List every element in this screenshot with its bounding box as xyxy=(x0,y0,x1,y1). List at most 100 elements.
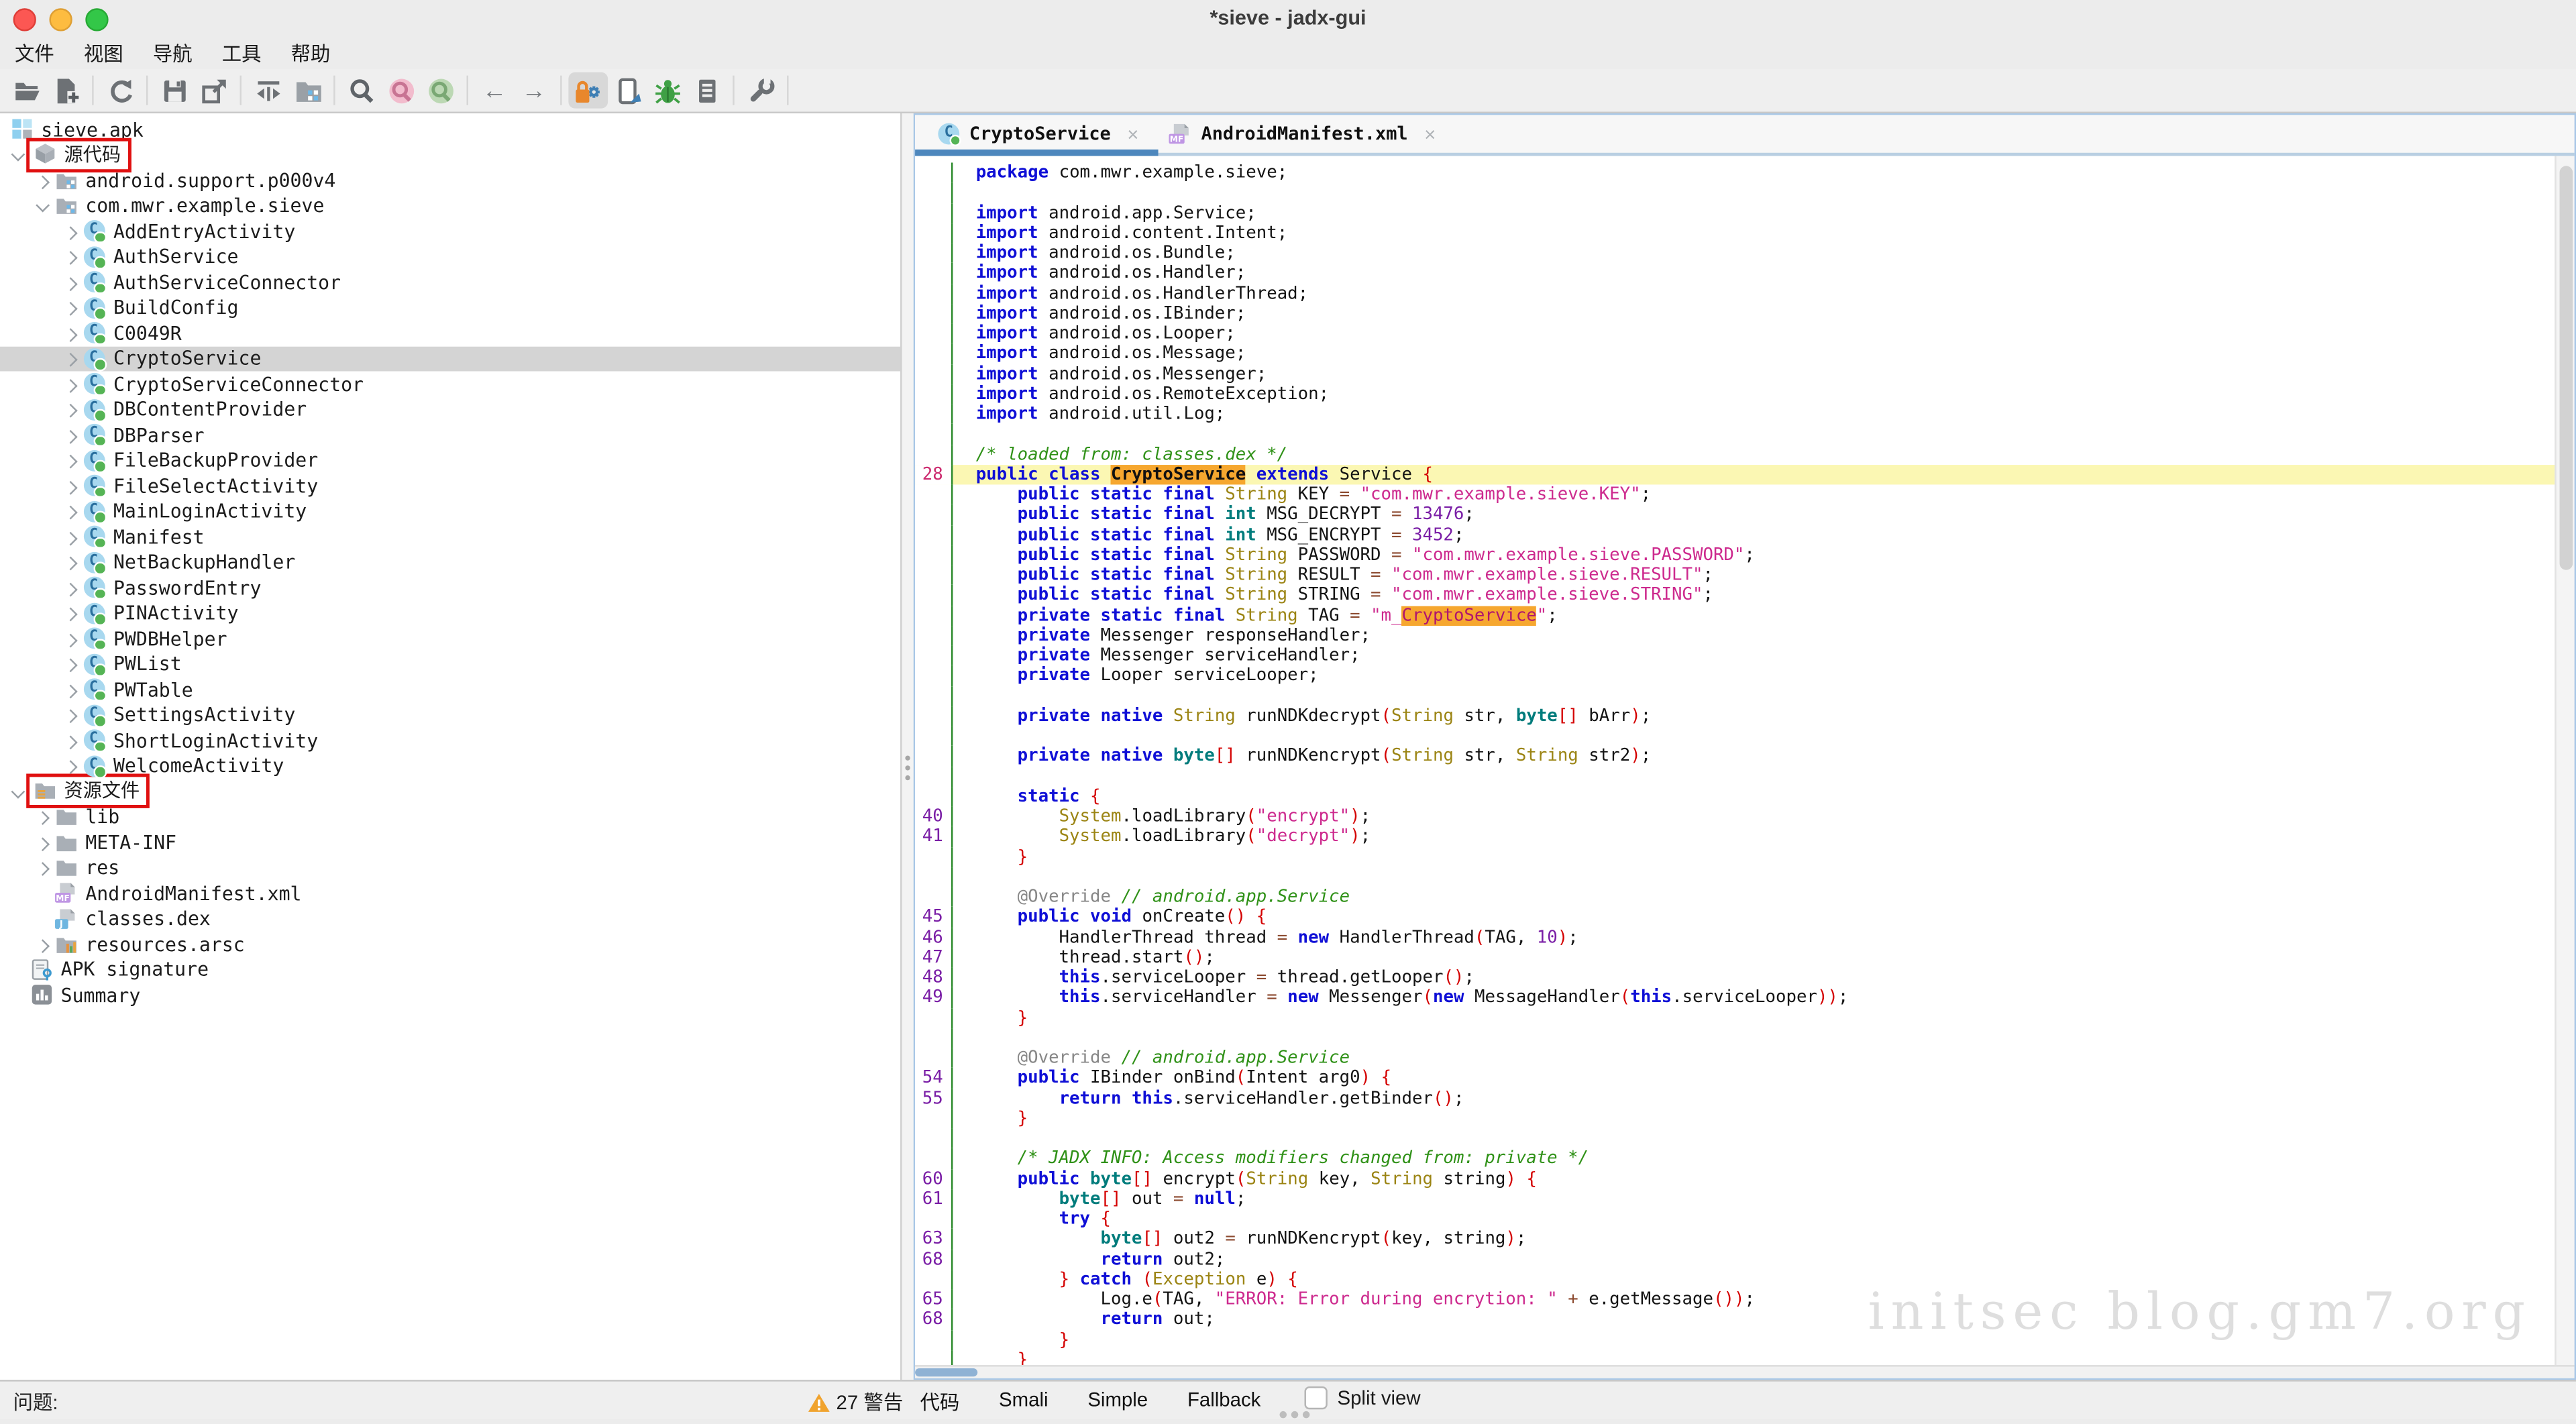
tree-item-资源文件[interactable]: 资源文件 xyxy=(0,779,900,804)
chevron-right-icon[interactable] xyxy=(32,810,54,824)
chevron-down-icon[interactable] xyxy=(32,201,54,211)
chevron-right-icon[interactable] xyxy=(59,378,82,391)
tree-item-DBParser[interactable]: CDBParser xyxy=(0,422,900,447)
tree-item-CryptoService[interactable]: CCryptoService xyxy=(0,346,900,372)
menu-item-3[interactable]: 工具 xyxy=(207,39,276,67)
tree-item-resources.arsc[interactable]: resources.arsc xyxy=(0,932,900,957)
flatten-packages-button[interactable] xyxy=(288,72,327,109)
chevron-right-icon[interactable] xyxy=(59,581,82,594)
tree-item-FileSelectActivity[interactable]: CFileSelectActivity xyxy=(0,473,900,498)
rename-button[interactable] xyxy=(608,72,647,109)
split-view-checkbox[interactable] xyxy=(1305,1386,1328,1409)
view-tab-代码[interactable]: 代码 xyxy=(920,1388,959,1416)
chevron-right-icon[interactable] xyxy=(59,479,82,492)
chevron-right-icon[interactable] xyxy=(59,606,82,620)
tree-item-AuthService[interactable]: CAuthService xyxy=(0,244,900,270)
chevron-right-icon[interactable] xyxy=(32,861,54,875)
tree-item-APK signature[interactable]: APK signature xyxy=(0,957,900,983)
menu-item-2[interactable]: 导航 xyxy=(138,39,207,67)
tree-item-com.mwr.example.sieve[interactable]: com.mwr.example.sieve xyxy=(0,193,900,219)
tree-item-ShortLoginActivity[interactable]: CShortLoginActivity xyxy=(0,728,900,753)
view-tab-Simple[interactable]: Simple xyxy=(1087,1388,1148,1416)
chevron-right-icon[interactable] xyxy=(59,454,82,468)
tree-item-PINActivity[interactable]: CPINActivity xyxy=(0,600,900,626)
reload-files-button[interactable] xyxy=(100,72,140,109)
chevron-right-icon[interactable] xyxy=(59,429,82,442)
export-button[interactable] xyxy=(194,72,233,109)
view-tab-Smali[interactable]: Smali xyxy=(999,1388,1049,1416)
chevron-right-icon[interactable] xyxy=(59,734,82,747)
tree-item-android.support.p000v4[interactable]: android.support.p000v4 xyxy=(0,168,900,193)
chevron-right-icon[interactable] xyxy=(59,504,82,518)
tree-item-Manifest[interactable]: CManifest xyxy=(0,524,900,549)
tree-item-PWList[interactable]: CPWList xyxy=(0,651,900,677)
vertical-scrollbar[interactable] xyxy=(2555,156,2574,1365)
tree-item-C0049R[interactable]: CC0049R xyxy=(0,321,900,346)
deobfuscation-toggle-button[interactable] xyxy=(568,72,608,109)
view-tab-Fallback[interactable]: Fallback xyxy=(1187,1388,1260,1416)
chevron-right-icon[interactable] xyxy=(59,403,82,417)
tree-item-classes.dex[interactable]: Jclasses.dex xyxy=(0,906,900,932)
menu-item-4[interactable]: 帮助 xyxy=(276,39,345,67)
chevron-right-icon[interactable] xyxy=(59,530,82,543)
tree-item-res[interactable]: res xyxy=(0,855,900,881)
menu-item-0[interactable]: 文件 xyxy=(0,39,69,67)
tab-close-icon[interactable]: × xyxy=(1424,122,1436,145)
tab-CryptoService[interactable]: CCryptoService× xyxy=(925,115,1155,152)
tab-AndroidManifest.xml[interactable]: MFAndroidManifest.xml× xyxy=(1155,115,1452,152)
open-file-button[interactable] xyxy=(7,72,46,109)
panel-splitter[interactable] xyxy=(902,113,914,1380)
chevron-right-icon[interactable] xyxy=(59,657,82,671)
menu-item-1[interactable]: 视图 xyxy=(69,39,138,67)
tree-item-PWTable[interactable]: CPWTable xyxy=(0,677,900,702)
tree-item-PWDBHelper[interactable]: CPWDBHelper xyxy=(0,626,900,651)
tree-item-META-INF[interactable]: META-INF xyxy=(0,830,900,855)
tree-item-SettingsActivity[interactable]: CSettingsActivity xyxy=(0,702,900,728)
vertical-scrollbar-thumb[interactable] xyxy=(2559,166,2572,569)
chevron-right-icon[interactable] xyxy=(59,276,82,289)
chevron-right-icon[interactable] xyxy=(59,327,82,340)
chevron-right-icon[interactable] xyxy=(32,938,54,951)
chevron-right-icon[interactable] xyxy=(59,250,82,264)
tree-item-Summary[interactable]: Summary xyxy=(0,983,900,1008)
class-search-button[interactable] xyxy=(381,72,421,109)
chevron-right-icon[interactable] xyxy=(59,301,82,315)
chevron-right-icon[interactable] xyxy=(59,555,82,569)
preferences-button[interactable] xyxy=(741,72,780,109)
navigate-forward-button[interactable]: → xyxy=(515,72,554,109)
tab-close-icon[interactable]: × xyxy=(1127,122,1138,145)
tree-item-BuildConfig[interactable]: CBuildConfig xyxy=(0,295,900,321)
chevron-right-icon[interactable] xyxy=(59,632,82,645)
split-view-toggle[interactable]: Split view xyxy=(1305,1386,1421,1409)
minimize-window-button[interactable] xyxy=(49,8,72,31)
tree-item-AndroidManifest.xml[interactable]: MFAndroidManifest.xml xyxy=(0,881,900,906)
tree-item-AuthServiceConnector[interactable]: CAuthServiceConnector xyxy=(0,270,900,295)
comment-search-button[interactable] xyxy=(421,72,460,109)
chevron-right-icon[interactable] xyxy=(59,759,82,773)
chevron-right-icon[interactable] xyxy=(59,683,82,696)
log-viewer-button[interactable] xyxy=(687,72,727,109)
chevron-right-icon[interactable] xyxy=(59,352,82,366)
chevron-right-icon[interactable] xyxy=(59,708,82,722)
tree-item-NetBackupHandler[interactable]: CNetBackupHandler xyxy=(0,549,900,575)
close-window-button[interactable] xyxy=(13,8,36,31)
chevron-right-icon[interactable] xyxy=(32,836,54,849)
text-search-button[interactable] xyxy=(341,72,381,109)
tree-item-MainLoginActivity[interactable]: CMainLoginActivity xyxy=(0,498,900,524)
tree-item-源代码[interactable]: 源代码 xyxy=(0,142,900,168)
horizontal-scrollbar[interactable] xyxy=(915,1365,2574,1378)
navigate-back-button[interactable]: ← xyxy=(475,72,515,109)
chevron-right-icon[interactable] xyxy=(32,174,54,187)
tree-item-sieve.apk[interactable]: sieve.apk xyxy=(0,117,900,142)
expand-horizontal-button[interactable] xyxy=(248,72,288,109)
warnings-badge[interactable]: 27 警告 xyxy=(808,1388,903,1416)
tree-item-CryptoServiceConnector[interactable]: CCryptoServiceConnector xyxy=(0,371,900,396)
tree-item-AddEntryActivity[interactable]: CAddEntryActivity xyxy=(0,219,900,244)
save-all-button[interactable] xyxy=(154,72,194,109)
tree-item-DBContentProvider[interactable]: CDBContentProvider xyxy=(0,396,900,422)
debugger-button[interactable] xyxy=(647,72,687,109)
maximize-window-button[interactable] xyxy=(85,8,108,31)
chevron-right-icon[interactable] xyxy=(59,225,82,238)
tree-item-PasswordEntry[interactable]: CPasswordEntry xyxy=(0,575,900,600)
tree-item-FileBackupProvider[interactable]: CFileBackupProvider xyxy=(0,447,900,473)
